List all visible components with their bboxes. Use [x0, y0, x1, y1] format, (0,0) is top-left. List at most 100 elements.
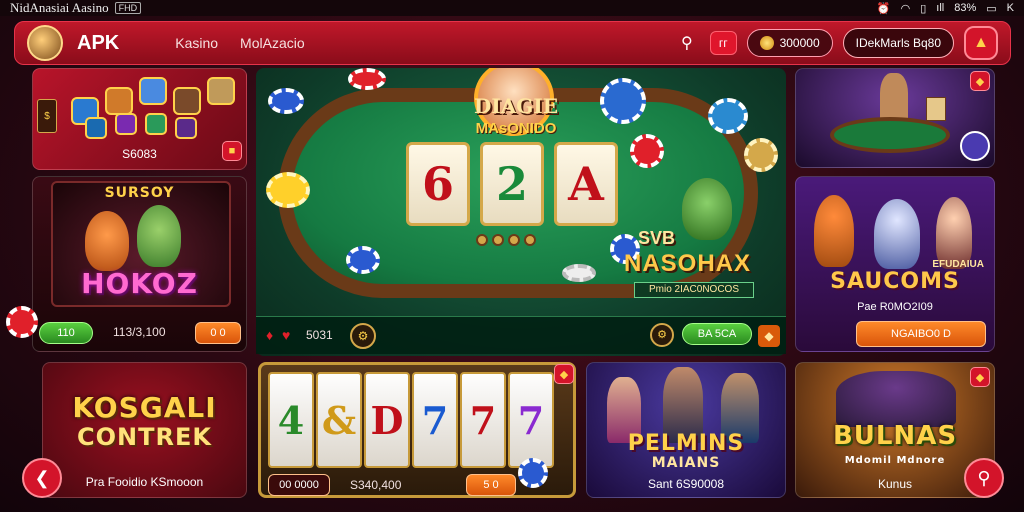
avatar[interactable]	[27, 25, 63, 61]
slot-chip-button[interactable]: 00 0000	[268, 474, 330, 496]
user-name-pill[interactable]: IDekMarls Bq80	[842, 28, 954, 58]
card-title-main: KOSGALI	[72, 391, 217, 424]
nav-item-secondary[interactable]: MolAzacio	[240, 35, 305, 51]
status-icons: ⏰ ◠ ▯ ıll 83% ▭ K	[877, 2, 1014, 15]
poker-chip	[346, 246, 380, 274]
bonus-icon[interactable]: ◆	[970, 71, 990, 91]
top-navigation-bar: APK Kasino MolAzacio ⚲ ᴦᴦ 300000 IDekMar…	[14, 21, 1011, 65]
featured-poker-table[interactable]: DIAGIE MAsONIDO 6 2 A SVB NASOHAX Pmio 2…	[256, 68, 786, 356]
card-title-main: BULNAS	[832, 421, 958, 451]
alarm-icon: ⏰	[876, 2, 891, 15]
slot-reel: 4	[268, 372, 314, 468]
app-title: NidAnasiai Aasino	[10, 0, 109, 15]
logo-main-text: MAsONIDO	[475, 120, 557, 137]
brand-sub-text: Pmio 2IAC0NOCOS	[634, 282, 754, 298]
card-subtitle: Pae R0MO2I09	[857, 301, 933, 313]
dealer-figure	[880, 73, 908, 123]
playing-card-3: A	[554, 142, 618, 226]
poker-chip	[630, 134, 664, 168]
heart-icon: ♥	[282, 327, 291, 343]
brand-label[interactable]: APK	[77, 32, 119, 55]
playing-card-2: 2	[480, 142, 544, 226]
poker-chip	[744, 138, 778, 172]
search-icon[interactable]: ⚲	[674, 30, 700, 56]
slot-value: S340,400	[350, 478, 402, 492]
table-action-button[interactable]: BA 5CA	[682, 323, 752, 345]
red-pill-button[interactable]: ᴦᴦ	[709, 31, 737, 55]
playing-card-1: 6	[406, 142, 470, 226]
card-title-main: PELMINS	[627, 431, 745, 456]
table-bottom-bar: ♦ ♥ 5031 ⚙ ⚙ BA 5CA ◆	[256, 316, 786, 354]
table-value: 5031	[306, 328, 333, 342]
bonus-icon[interactable]: ◆	[554, 364, 574, 384]
heart-icon: ♦	[266, 327, 274, 343]
nav-item-kasino[interactable]: Kasino	[175, 35, 218, 51]
coin-balance[interactable]: 300000	[746, 29, 833, 57]
coin-icon	[759, 36, 774, 50]
chip-icon[interactable]	[960, 131, 990, 161]
character-tiles	[71, 77, 241, 147]
wifi-icon: ◠	[900, 2, 911, 15]
card-title-main: SAUCOMS	[830, 269, 960, 294]
card-caption: Sant 6S90008	[647, 477, 725, 491]
card-caption: Pra Fooidio KSmooon	[85, 475, 204, 489]
gift-icon[interactable]: ■	[222, 141, 242, 161]
poker-chip	[348, 68, 386, 90]
fox-character	[85, 211, 129, 271]
poker-chip	[268, 88, 304, 114]
card-stack	[926, 97, 946, 121]
vibrate-icon: ▯	[920, 2, 927, 15]
dealer-table	[830, 117, 950, 153]
game-card-top-left[interactable]: $ S6083 ■	[32, 68, 247, 170]
poker-chip	[518, 458, 548, 488]
poker-chip	[6, 306, 38, 338]
notification-bell-icon[interactable]: ▲	[964, 26, 998, 60]
game-card-live-dealer[interactable]: ◆	[795, 68, 995, 168]
back-arrow-icon[interactable]: ❮	[22, 458, 62, 498]
card-subtitle: MAIANS	[651, 455, 721, 471]
slot-reel: 7	[508, 372, 554, 468]
small-chip-row	[476, 234, 536, 246]
spin-button[interactable]: 5 0	[466, 474, 516, 496]
status-extra: K	[1006, 2, 1014, 14]
settings-icon[interactable]: ⚙	[650, 323, 674, 347]
signal-icon: ıll	[936, 2, 945, 14]
slot-reel: D	[364, 372, 410, 468]
resolution-badge: FHD	[114, 2, 142, 14]
game-card-saucoms[interactable]: EFUDAIUA SAUCOMS Pae R0MO2I09 NGAIBO0 D	[795, 176, 995, 352]
settings-icon[interactable]: ⚙	[350, 323, 376, 349]
slot-reel: &	[316, 372, 362, 468]
battery-icon: ▭	[986, 2, 997, 15]
fox-character	[814, 195, 854, 267]
bonus-icon[interactable]: ◆	[970, 367, 990, 387]
play-button[interactable]: NGAIBO0 D	[856, 321, 986, 347]
character-group	[836, 371, 956, 427]
goblin-character	[137, 205, 181, 267]
play-button[interactable]: 0 0	[195, 322, 241, 344]
poker-chip	[708, 98, 748, 134]
brand-top-text: SVB	[638, 228, 676, 248]
game-card-hokoz[interactable]: SURSOY HOKOZ 110 113/3,100 0 0	[32, 176, 247, 352]
game-card-kosgali[interactable]: KOSGALI CONTREK Pra Fooidio KSmooon	[42, 362, 247, 498]
search-fab-icon[interactable]: ⚲	[964, 458, 1004, 498]
game-card-pelmins[interactable]: PELMINS MAIANS Sant 6S90008	[586, 362, 786, 498]
diamond-icon[interactable]: ◆	[758, 325, 780, 347]
badge-icon: $	[37, 99, 57, 133]
card-caption: S6083	[122, 147, 157, 161]
brand-main-text: NASOHAX	[624, 250, 752, 277]
status-bar: NidAnasiai Aasino FHD ⏰ ◠ ▯ ıll 83% ▭ K	[0, 0, 1024, 16]
card-title-main: HOKOZ	[81, 267, 198, 300]
chip-count-badge[interactable]: 110	[39, 322, 93, 344]
wolf-character	[874, 199, 920, 269]
slot-reel: 7	[412, 372, 458, 468]
header-actions: ⚲ ᴦᴦ 300000 IDekMarls Bq80 ▲	[674, 26, 998, 60]
coin-amount: 300000	[779, 36, 820, 50]
poker-chip	[562, 264, 596, 282]
card-title-sub: CONTREK	[77, 423, 212, 451]
card-title-top: SURSOY	[104, 185, 175, 201]
poker-chip	[266, 172, 310, 208]
card-subtitle: Mdomil Mdnore	[844, 455, 946, 466]
poker-chip	[600, 78, 646, 124]
slot-reel: 7	[460, 372, 506, 468]
logo-top-text: DIAGIE	[474, 94, 558, 118]
